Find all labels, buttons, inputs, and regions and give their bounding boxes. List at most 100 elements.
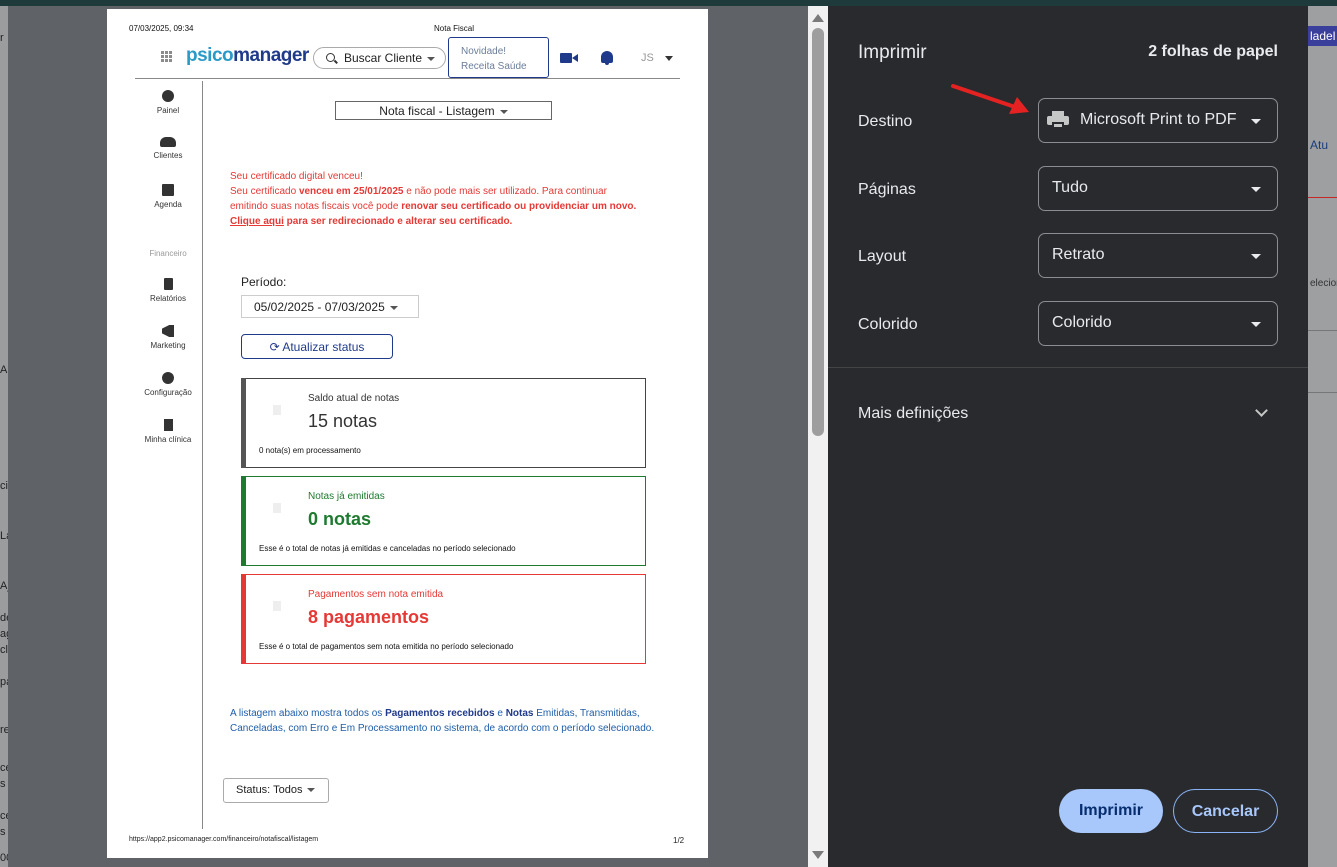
- background-left-letter: ag: [0, 628, 8, 640]
- megaphone-icon: [162, 325, 174, 337]
- background-left-letter: ce: [0, 810, 8, 822]
- sidebar-item-relatorios: Relatórios: [128, 278, 208, 303]
- users-icon: [160, 137, 176, 147]
- scroll-down-icon[interactable]: [812, 851, 824, 859]
- document-icon: [163, 278, 173, 290]
- chevron-down-icon: [665, 56, 673, 61]
- destino-label: Destino: [858, 113, 913, 130]
- print-datetime: 07/03/2025, 09:34: [129, 24, 194, 33]
- card-pagamentos-sem-nota: Pagamentos sem nota emitida 8 pagamentos…: [241, 574, 646, 664]
- building-icon: [163, 419, 173, 431]
- background-right-text: Atu: [1310, 138, 1329, 152]
- settings-divider: [828, 367, 1308, 368]
- refresh-icon: ⟳: [269, 340, 283, 354]
- dashboard-icon: [162, 90, 174, 102]
- background-divider: [1308, 330, 1337, 331]
- gear-icon: [162, 372, 174, 384]
- apps-grid-icon: [161, 51, 173, 63]
- novidade-box: Novidade! Receita Saúde: [448, 37, 549, 78]
- header-divider: [135, 78, 680, 79]
- background-left-letter: cl: [0, 644, 8, 656]
- bell-icon: [601, 51, 613, 65]
- layout-label: Layout: [858, 248, 907, 265]
- print-button[interactable]: Imprimir: [1059, 789, 1163, 833]
- background-divider: [1308, 197, 1337, 198]
- background-left-letter: de: [0, 612, 8, 624]
- chevron-down-icon: [1251, 254, 1261, 259]
- chevron-down-icon: [307, 788, 316, 793]
- certificate-warning-line: Clique aqui para ser redirecionado e alt…: [230, 216, 513, 227]
- background-right-strip: [1308, 6, 1337, 867]
- background-left-letter: 00: [0, 852, 8, 864]
- card-notas-emitidas: Notas já emitidas 0 notas Esse é o total…: [241, 476, 646, 566]
- periodo-label: Período:: [241, 275, 287, 289]
- print-footer-page: 1/2: [673, 836, 685, 845]
- arrow-down-icon: [273, 503, 281, 513]
- video-icon: [560, 53, 578, 63]
- chevron-down-icon: [1251, 119, 1261, 124]
- preview-sheet: 07/03/2025, 09:34 Nota Fiscal psicomanag…: [107, 9, 708, 858]
- card-saldo-notas: Saldo atual de notas 15 notas 0 nota(s) …: [241, 378, 646, 468]
- layout-select[interactable]: Retrato: [1038, 233, 1278, 278]
- background-left-letter: s: [0, 826, 6, 838]
- card-accent-bar: [241, 574, 246, 664]
- scroll-up-icon[interactable]: [812, 14, 824, 22]
- dialog-title: Imprimir: [858, 42, 927, 63]
- more-settings-toggle[interactable]: Mais definições: [858, 405, 968, 423]
- sidebar-item-agenda: Agenda: [128, 184, 208, 209]
- certificate-link: Clique aqui: [230, 216, 284, 227]
- background-left-letter: Aj: [0, 580, 8, 592]
- card-accent-bar: [241, 378, 246, 468]
- certificate-warning-title: Seu certificado digital venceu!: [230, 171, 363, 182]
- user-avatar: JS: [641, 52, 654, 64]
- arrow-up-icon: [273, 601, 281, 611]
- print-page-title: Nota Fiscal: [434, 24, 475, 33]
- colorido-select[interactable]: Colorido: [1038, 301, 1278, 346]
- background-right-text: elecion: [1310, 278, 1337, 289]
- sidebar-item-marketing: Marketing: [128, 325, 208, 350]
- periodo-select: 05/02/2025 - 07/03/2025: [241, 295, 419, 318]
- background-left-letter: ce: [0, 762, 8, 774]
- status-filter-select: Status: Todos: [223, 778, 329, 803]
- atualizar-status-button: ⟳ Atualizar status: [241, 334, 393, 359]
- cancel-button[interactable]: Cancelar: [1173, 789, 1278, 833]
- psicomanager-logo: psicomanager: [186, 45, 309, 66]
- background-divider: [1308, 392, 1337, 393]
- sidebar-item-minha-clinica: Minha clínica: [128, 419, 208, 444]
- annotation-arrow-icon: [951, 84, 1029, 114]
- background-left-letter: s: [0, 778, 6, 790]
- page-select: Nota fiscal - Listagem: [335, 101, 552, 120]
- sidebar-item-painel: Painel: [128, 90, 208, 115]
- background-left-letter: ci: [0, 480, 8, 492]
- receipt-icon: [273, 405, 281, 415]
- print-footer-url: https://app2.psicomanager.com/financeiro…: [129, 836, 319, 843]
- calendar-icon: [162, 184, 174, 196]
- sidebar-item-configuracao: Configuração: [128, 372, 208, 397]
- sheet-count: 2 folhas de papel: [1148, 43, 1278, 60]
- search-icon: [326, 53, 335, 62]
- certificate-warning-line: Seu certificado venceu em 25/01/2025 e n…: [230, 186, 607, 197]
- background-left-letter: re: [0, 724, 8, 736]
- print-settings-panel: Imprimir 2 folhas de papel Destino Micro…: [828, 6, 1308, 867]
- background-left-strip: [0, 6, 8, 867]
- listagem-info-text: A listagem abaixo mostra todos os Pagame…: [230, 708, 655, 734]
- sidebar-item-clientes: Clientes: [128, 137, 208, 160]
- chevron-down-icon[interactable]: [1255, 404, 1268, 417]
- background-left-letter: A: [0, 364, 8, 376]
- sidebar-section-financeiro: Financeiro: [149, 249, 187, 258]
- background-left-letter: La: [0, 530, 8, 542]
- destino-select[interactable]: Microsoft Print to PDF: [1038, 98, 1278, 143]
- chevron-down-icon: [499, 109, 508, 114]
- chevron-down-icon: [389, 305, 398, 310]
- background-left-letter: r: [0, 32, 4, 44]
- preview-scrollbar[interactable]: [808, 6, 828, 867]
- certificate-warning-line: emitindo suas notas fiscais você pode re…: [230, 201, 637, 212]
- background-left-letter: pa: [0, 676, 8, 688]
- paginas-label: Páginas: [858, 181, 916, 198]
- scrollbar-thumb[interactable]: [812, 28, 824, 436]
- chevron-down-icon: [1251, 187, 1261, 192]
- card-accent-bar: [241, 476, 246, 566]
- paginas-select[interactable]: Tudo: [1038, 166, 1278, 211]
- chevron-down-icon: [427, 56, 436, 61]
- background-right-badge: ladel: [1308, 26, 1337, 46]
